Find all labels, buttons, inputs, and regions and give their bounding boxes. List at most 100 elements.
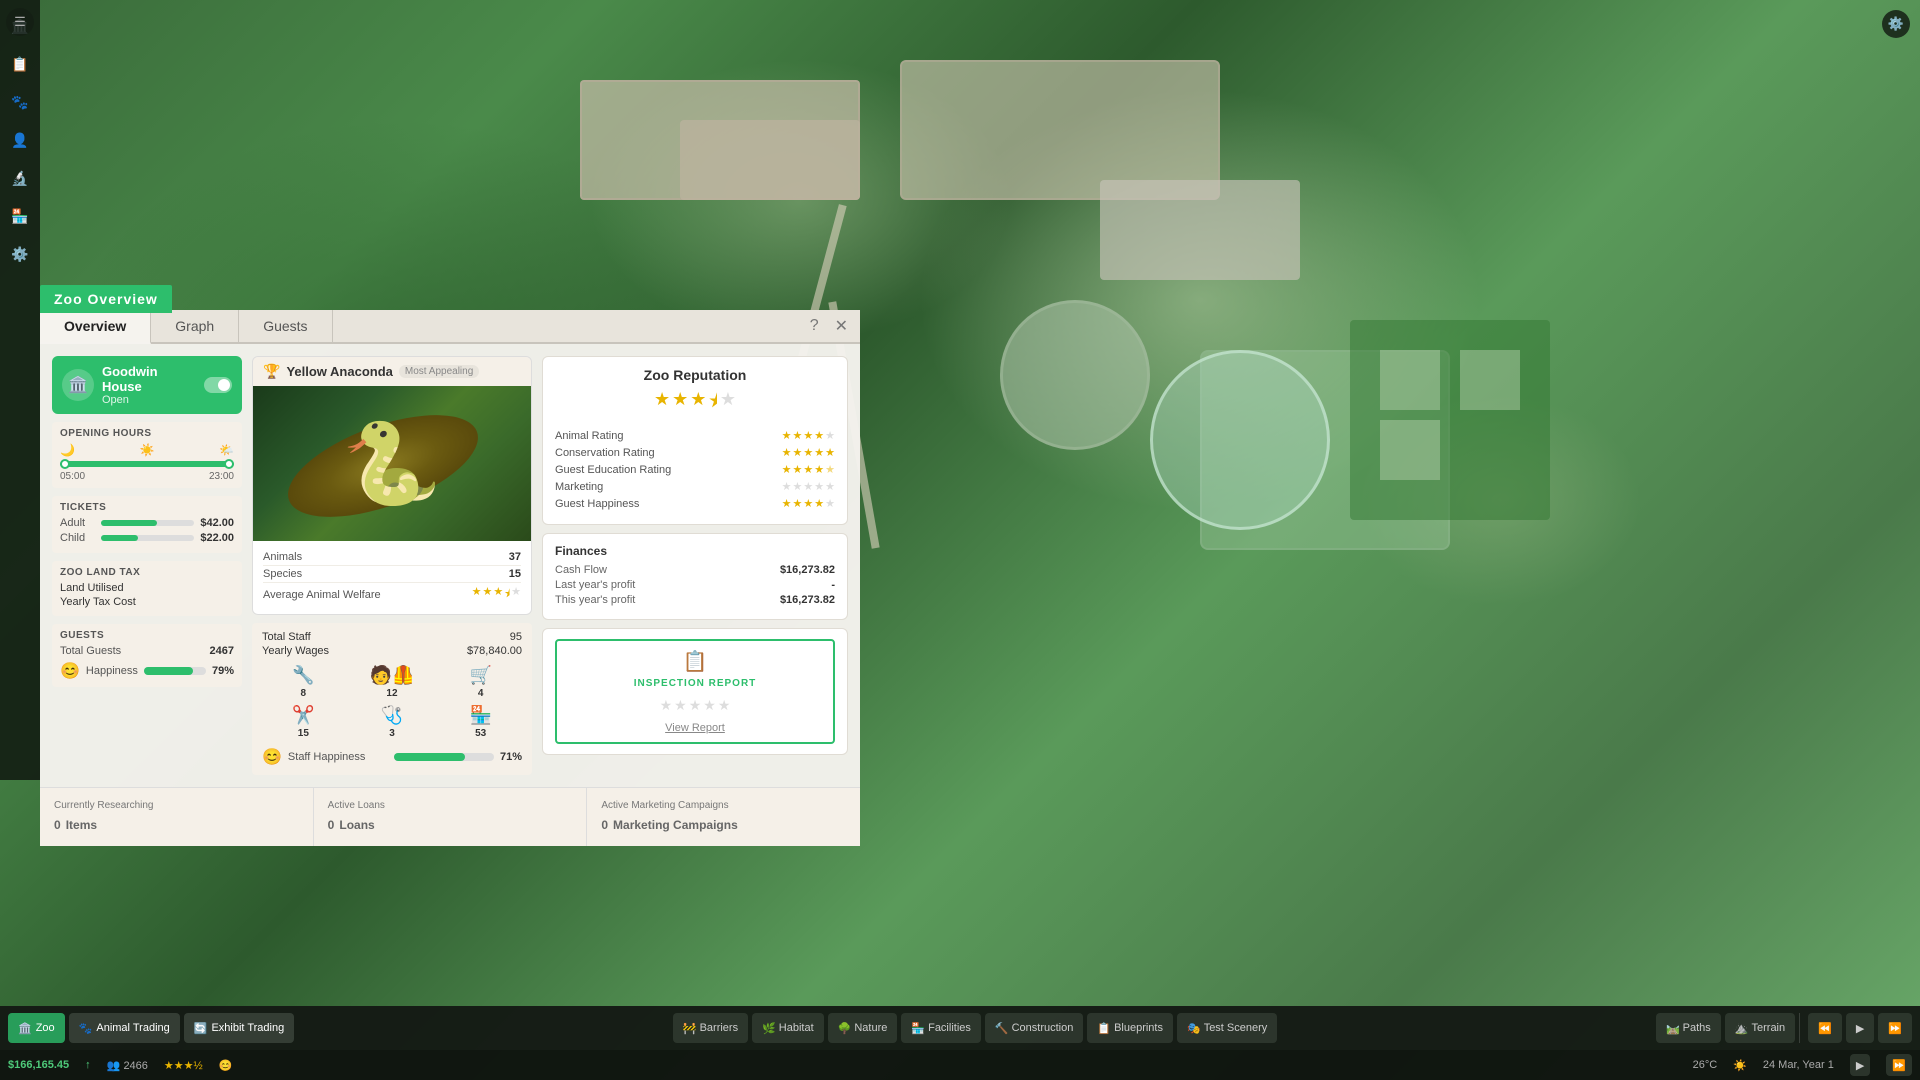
inspection-card[interactable]: 📋 INSPECTION REPORT ★ ★ ★ ★ ★ View Repor… <box>555 639 835 744</box>
loans-summary[interactable]: Active Loans 0 Loans <box>314 788 588 846</box>
opening-hours-section: OPENING HOURS 🌙 ☀️ 🌤️ 05:00 23:00 <box>52 422 242 488</box>
open-time: 05:00 <box>60 471 85 482</box>
facilities-tool[interactable]: 🏪 Facilities <box>901 1013 981 1043</box>
adult-ticket-price: $42.00 <box>200 517 234 529</box>
help-icon[interactable]: ? <box>806 315 823 337</box>
sidebar-icon-research[interactable]: 🔬 <box>4 162 36 194</box>
habitat-tool[interactable]: 🌿 Habitat <box>752 1013 824 1043</box>
hours-slider-start[interactable] <box>60 459 70 469</box>
cash-flow-value: $16,273.82 <box>780 564 835 576</box>
nature-icon: 🌳 <box>838 1022 852 1035</box>
paths-tool[interactable]: 🛤️ Paths <box>1656 1013 1721 1043</box>
exhibit-trading-icon: 🔄 <box>194 1022 208 1035</box>
staff-happiness-label: Staff Happiness <box>288 751 388 763</box>
construction-icon: 🔨 <box>995 1022 1009 1035</box>
close-icon[interactable]: ✕ <box>831 314 852 338</box>
adult-ticket-bar[interactable] <box>101 520 194 526</box>
terrain-icon: ⛰️ <box>1735 1022 1749 1035</box>
test-scenery-label: Test Scenery <box>1204 1022 1268 1034</box>
total-staff-row: Total Staff 95 <box>262 631 522 643</box>
conservation-rating-label: Conservation Rating <box>555 447 782 459</box>
terrain-tool[interactable]: ⛰️ Terrain <box>1725 1013 1795 1043</box>
sidebar-icon-staff[interactable]: 👤 <box>4 124 36 156</box>
menu-icon[interactable]: ☰ <box>6 8 34 36</box>
land-tax-section: ZOO LAND TAX Land Utilised Yearly Tax Co… <box>52 561 242 616</box>
marketing-summary[interactable]: Active Marketing Campaigns 0 Marketing C… <box>587 788 860 846</box>
right-column: Zoo Reputation ★ ★ ★ ⯨ ★ Animal Rating ★… <box>542 356 848 775</box>
child-ticket-bar[interactable] <box>101 535 194 541</box>
status-bar: $166,165.45 ↑ 👥 2466 ★★★½ 😊 26°C ☀️ 24 M… <box>0 1050 1920 1080</box>
settings-icon[interactable]: ⚙️ <box>1882 10 1910 38</box>
opening-hours-label: OPENING HOURS <box>60 428 234 439</box>
habitat-icon: 🌿 <box>762 1022 776 1035</box>
hours-slider-track[interactable] <box>60 461 234 467</box>
test-scenery-tool[interactable]: 🎭 Test Scenery <box>1177 1013 1277 1043</box>
view-report-link[interactable]: View Report <box>665 722 725 734</box>
tab-graph[interactable]: Graph <box>151 310 239 342</box>
smiley-status: 😊 <box>219 1059 233 1072</box>
child-ticket-row: Child $22.00 <box>60 532 234 544</box>
middle-column: 🏆 Yellow Anaconda Most Appealing Animals… <box>252 356 532 775</box>
sidebar-icon-animals[interactable]: 🐾 <box>4 86 36 118</box>
staff-happiness-fill <box>394 753 465 761</box>
tab-overview[interactable]: Overview <box>40 310 151 344</box>
zoo-open-toggle[interactable] <box>204 377 232 393</box>
tab-guests[interactable]: Guests <box>239 310 332 342</box>
vendor-icon: 🛒 <box>469 665 491 686</box>
research-section-label: Currently Researching <box>54 800 299 811</box>
construction-tool[interactable]: 🔨 Construction <box>985 1013 1083 1043</box>
hours-slider-end[interactable] <box>224 459 234 469</box>
nature-tool[interactable]: 🌳 Nature <box>828 1013 898 1043</box>
staff-entertainers[interactable]: 🏪 53 <box>439 705 522 739</box>
speed-control-1[interactable]: ▶ <box>1850 1054 1870 1076</box>
speed-control-2[interactable]: ⏩ <box>1886 1054 1912 1076</box>
rep-star-half: ⯨ <box>708 389 718 419</box>
staff-medics[interactable]: 🩺 3 <box>351 705 434 739</box>
exhibit-trading-button[interactable]: 🔄 Exhibit Trading <box>184 1013 294 1043</box>
happiness-fill <box>144 667 193 675</box>
barriers-tool[interactable]: 🚧 Barriers <box>673 1013 748 1043</box>
insp-star-5: ★ <box>718 697 731 714</box>
staff-happiness-bar <box>394 753 494 761</box>
staff-security[interactable]: ✂️ 15 <box>262 705 345 739</box>
this-year-row: This year's profit $16,273.82 <box>555 594 835 606</box>
sidebar-icon-clipboard[interactable]: 📋 <box>4 48 36 80</box>
fast-forward-button[interactable]: ⏩ <box>1878 1013 1912 1043</box>
sidebar-icon-facilities[interactable]: 🏪 <box>4 200 36 232</box>
play-button[interactable]: ▶ <box>1846 1013 1874 1043</box>
rewind-button[interactable]: ⏪ <box>1808 1013 1842 1043</box>
construction-label: Construction <box>1012 1022 1074 1034</box>
animal-rating-stars: ★ ★ ★ ★ ★ <box>782 429 835 442</box>
zoo-btn-label: Zoo <box>36 1022 55 1034</box>
time-icons: 🌙 ☀️ 🌤️ <box>60 443 234 457</box>
sidebar-icon-settings[interactable]: ⚙️ <box>4 238 36 270</box>
zoo-name-card[interactable]: 🏛️ Goodwin House Open <box>52 356 242 414</box>
staff-keepers[interactable]: 🧑‍🦺 12 <box>351 665 434 699</box>
blueprints-label: Blueprints <box>1114 1022 1163 1034</box>
animal-trading-button[interactable]: 🐾 Animal Trading <box>69 1013 180 1043</box>
zoo-button[interactable]: 🏛️ Zoo <box>8 1013 65 1043</box>
tab-controls: ? ✕ <box>806 310 860 342</box>
welfare-stars: ★ ★ ★ ⯨ ★ <box>472 585 521 604</box>
total-guests-label: Total Guests <box>60 645 210 657</box>
marketing-rating-row: Marketing ★ ★ ★ ★ ★ <box>555 480 835 493</box>
rep-star-3: ★ <box>690 389 706 419</box>
adult-ticket-label: Adult <box>60 517 95 529</box>
blueprints-tool[interactable]: 📋 Blueprints <box>1087 1013 1173 1043</box>
animal-photo[interactable] <box>253 386 531 541</box>
staff-mechanics[interactable]: 🔧 8 <box>262 665 345 699</box>
total-guests-row: Total Guests 2467 <box>60 645 234 657</box>
medic-icon: 🩺 <box>381 705 403 726</box>
sun-status-icon: ☀️ <box>1733 1059 1747 1072</box>
zoo-name: Goodwin House <box>102 364 196 394</box>
animals-count-row: Animals 37 <box>263 549 521 566</box>
guests-label: GUESTS <box>60 630 234 641</box>
land-utilised-label: Land Utilised <box>60 582 124 594</box>
paths-icon: 🛤️ <box>1666 1022 1680 1035</box>
animal-card[interactable]: 🏆 Yellow Anaconda Most Appealing Animals… <box>252 356 532 615</box>
temperature: 26°C <box>1693 1059 1718 1071</box>
exhibit-trading-label: Exhibit Trading <box>211 1022 284 1034</box>
wages-value: $78,840.00 <box>467 645 522 657</box>
research-summary[interactable]: Currently Researching 0 Items <box>40 788 314 846</box>
staff-vendors[interactable]: 🛒 4 <box>439 665 522 699</box>
